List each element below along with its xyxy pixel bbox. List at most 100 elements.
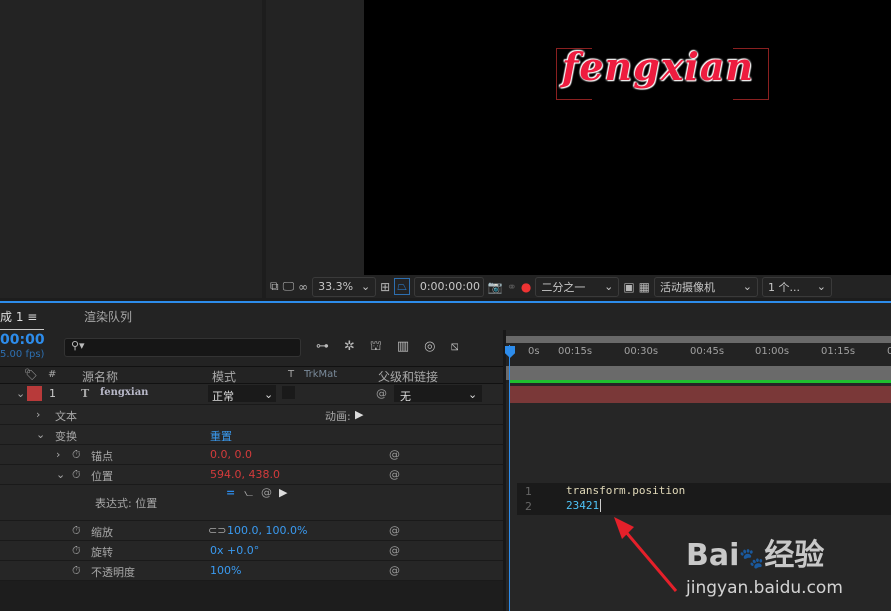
pickwhip-icon[interactable]: @ [389,448,400,461]
trkmat-box[interactable] [282,386,295,399]
graph-icon[interactable]: ⦦ [244,486,253,500]
prop-row-transform[interactable]: ⌄ 变换 重置 [0,425,503,445]
layer-index: 1 [49,387,56,400]
frame-blend-icon[interactable]: ▥ [397,339,409,356]
tab-render-queue[interactable]: 渲染队列 [84,308,132,325]
grid-icon[interactable]: ⊞ [380,280,390,294]
col-num: # [48,369,57,380]
col-mode[interactable]: 模式 [212,368,236,385]
viewer-toolbar: ⧉ 🖵 ∞ 33.3% ⌄ ⊞ ⏢ 0:00:00:00 📷 ⚭ ● 二分之一 ⌄ … [266,275,891,298]
exposure-icon[interactable]: ⚭ [507,280,517,294]
chevron-down-icon: ⌄ [360,280,371,293]
stopwatch-icon[interactable]: ⏱ [72,544,81,558]
prop-row-scale[interactable]: ⏱ 缩放 ⊂⊃ 100.0, 100.0% @ [0,521,503,541]
expression-row: = ⦦ @ ▶ 表达式: 位置 [0,485,503,521]
col-trkmat[interactable]: TrkMat [304,369,337,380]
play-circle-icon[interactable]: ▶ [355,408,363,421]
animate-label: 动画: [325,410,351,423]
zoom-select[interactable]: 33.3% ⌄ [312,276,377,297]
layer-row[interactable]: ⌄ 1 T fengxian 正常 ⌄ @ 无 ⌄ [0,384,503,405]
position-value[interactable]: 594.0, 438.0 [210,468,280,481]
red-arrow-annotation [614,517,678,592]
scale-value[interactable]: 100.0, 100.0% [227,524,307,537]
region-icon[interactable]: ⏢ [394,278,410,295]
graph-editor-icon[interactable]: ⧅ [451,339,459,356]
resolution-select[interactable]: 二分之一 ⌄ [535,276,620,297]
work-area-indicator [509,380,891,383]
prop-row-opacity[interactable]: ⏱ 不透明度 100% @ [0,561,503,581]
chevron-right-icon[interactable]: › [36,408,40,421]
prop-row-rotation[interactable]: ⏱ 旋转 0x +0.0° @ [0,541,503,561]
layer-name[interactable]: fengxian [100,387,148,398]
column-headers: 🏷 # 源名称 模式 T TrkMat 父级和链接 [0,366,503,384]
channel-icon[interactable]: ● [521,280,531,294]
pickwhip-icon[interactable]: @ [389,564,400,577]
search-icon: ⚲▾ [71,339,85,352]
prop-row-position[interactable]: ⌄ ⏱ 位置 594.0, 438.0 @ [0,465,503,485]
expression-enable-icon[interactable]: = [226,486,235,499]
snapshot-region-icon[interactable]: ⧉ [270,279,279,294]
navigator-bar[interactable] [506,336,891,343]
language-menu-icon[interactable]: ▶ [279,486,287,499]
time-ruler[interactable]: 0s 00:15s 00:30s 00:45s 01:00s 01:15s 0 [506,343,891,383]
timeline-tabs: 成 1 ≡ 渲染队列 [0,303,891,331]
stopwatch-icon[interactable]: ⏱ [72,448,81,462]
comp-flowchart-icon[interactable]: ⊶ [316,339,329,356]
menu-icon[interactable]: ≡ [27,310,37,324]
chevron-down-icon[interactable]: ⌄ [16,387,25,400]
col-t: T [288,369,295,380]
expression-label: 表达式: 位置 [95,497,158,510]
opacity-value[interactable]: 100% [210,564,241,577]
chevron-down-icon: ⌄ [604,280,614,293]
chevron-down-icon: ⌄ [468,388,478,401]
views-select[interactable]: 1 个... ⌄ [762,276,833,297]
stopwatch-icon[interactable]: ⏱ [72,524,81,538]
composition-viewer[interactable] [364,0,891,275]
pickwhip-icon[interactable]: @ [261,486,272,499]
expression-editor[interactable]: 1 2 transform.position 23421 [517,483,891,515]
draft-3d-icon[interactable]: ✲ [344,339,355,356]
current-time[interactable]: 00:00 [0,332,45,348]
pickwhip-icon[interactable]: @ [389,544,400,557]
mask-icon[interactable]: ∞ [298,280,308,294]
rotation-value[interactable]: 0x +0.0° [210,544,259,557]
chevron-down-icon: ⌄ [816,280,827,293]
stopwatch-icon[interactable]: ⏱ [72,564,81,578]
col-source-name[interactable]: 源名称 [82,368,118,385]
chevron-down-icon[interactable]: ⌄ [36,428,45,441]
label-tag-icon: 🏷 [24,368,38,381]
comp-text-layer[interactable]: fengxian [562,44,754,89]
chevron-right-icon[interactable]: › [56,448,60,461]
transparency-grid-icon[interactable]: ▦ [639,280,650,294]
pickwhip-icon[interactable]: @ [376,387,387,400]
prop-row-text[interactable]: › 文本 动画: ▶ [0,405,503,425]
shy-icon[interactable]: ⛫ [370,339,382,356]
work-area-bar[interactable] [506,366,891,380]
playhead-line[interactable] [509,345,510,611]
text-layer-icon: T [81,387,90,400]
project-panel [0,0,262,298]
timecode-field[interactable]: 0:00:00:00 [413,276,484,297]
reset-link[interactable]: 重置 [210,428,232,444]
motion-blur-icon[interactable]: ◎ [424,339,435,356]
chevron-down-icon[interactable]: ⌄ [56,468,65,481]
fast-preview-icon[interactable]: ▣ [623,280,634,294]
prop-row-anchor[interactable]: › ⏱ 锚点 0.0, 0.0 @ [0,445,503,465]
layer-duration-bar[interactable] [509,386,891,403]
mode-select[interactable]: 正常 ⌄ [208,385,276,403]
pickwhip-icon[interactable]: @ [389,468,400,481]
layer-search-input[interactable]: ⚲▾ [64,338,301,357]
parent-select[interactable]: 无 ⌄ [394,385,482,403]
label-color-swatch[interactable] [27,386,42,401]
camera-icon[interactable]: 📷 [488,280,503,294]
col-parent[interactable]: 父级和链接 [378,368,438,385]
chevron-down-icon: ⌄ [742,280,753,293]
pickwhip-icon[interactable]: @ [389,524,400,537]
stopwatch-icon[interactable]: ⏱ [72,468,81,482]
camera-select[interactable]: 活动摄像机 ⌄ [654,276,759,297]
monitor-icon[interactable]: 🖵 [283,279,295,294]
tab-composition[interactable]: 成 1 ≡ [0,308,44,331]
anchor-value[interactable]: 0.0, 0.0 [210,448,252,461]
watermark-url: jingyan.baidu.com [686,578,843,598]
constrain-link-icon[interactable]: ⊂⊃ [208,524,226,537]
